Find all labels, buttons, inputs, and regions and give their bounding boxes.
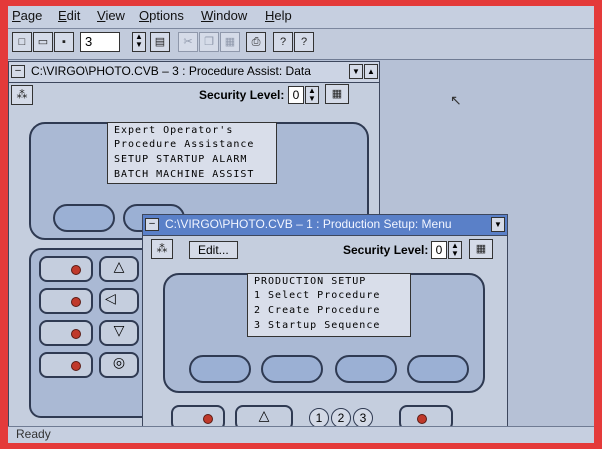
security-level-label: Security Level: — [199, 88, 285, 102]
security-level-field[interactable]: 0 — [431, 241, 447, 259]
menu-line: PRODUCTION SETUP — [254, 276, 367, 287]
page-spinner[interactable]: ▲ ▼ — [132, 32, 146, 52]
control-button[interactable] — [39, 352, 93, 378]
status-bar: Ready — [8, 426, 594, 443]
paste-icon[interactable]: ▦ — [220, 32, 240, 52]
desktop: Page Edit View Options Window Help □ ▭ ▪… — [8, 6, 594, 443]
control-button[interactable] — [39, 256, 93, 282]
led-indicator — [417, 414, 427, 424]
menu-line: 1 Select Procedure — [254, 290, 381, 301]
toolbar: □ ▭ ▪ 3 ▲ ▼ ▤ ✂ ❐ ▦ ⎙ ? ? — [8, 29, 594, 60]
menu-line: BATCH MACHINE ASSIST — [114, 169, 255, 180]
print-icon[interactable]: ⎙ — [246, 32, 266, 52]
control-button[interactable] — [39, 320, 93, 346]
mouse-pointer-icon: ↖ — [450, 92, 462, 108]
keypad-key-1[interactable]: 1 — [309, 408, 329, 427]
security-level-label: Security Level: — [343, 243, 429, 257]
menu-line: 2 Create Procedure — [254, 305, 381, 316]
control-button[interactable] — [399, 405, 453, 427]
production-menu-display: PRODUCTION SETUP 1 Select Procedure 2 Cr… — [247, 273, 411, 337]
menu-line: 3 Startup Sequence — [254, 320, 381, 331]
control-button[interactable] — [39, 288, 93, 314]
menu-options[interactable]: Options — [139, 8, 184, 23]
maximize-icon[interactable]: ▲ — [364, 64, 378, 79]
network-icon[interactable]: ⁂ — [11, 85, 33, 105]
system-menu-icon[interactable]: – — [145, 218, 159, 231]
soft-key[interactable] — [407, 355, 469, 383]
control-button[interactable] — [171, 405, 225, 427]
menu-window[interactable]: Window — [201, 8, 247, 23]
context-help-icon[interactable]: ? — [294, 32, 314, 52]
window-title: C:\VIRGO\PHOTO.CVB – 3 : Procedure Assis… — [31, 64, 311, 78]
soft-key[interactable] — [261, 355, 323, 383]
page-number-field[interactable]: 3 — [80, 32, 120, 52]
network-icon[interactable]: ⁂ — [151, 239, 173, 259]
setup-panel: PRODUCTION SETUP 1 Select Procedure 2 Cr… — [163, 273, 485, 393]
window-title: C:\VIRGO\PHOTO.CVB – 1 : Production Setu… — [165, 217, 452, 231]
edit-button[interactable]: Edit... — [189, 241, 238, 259]
system-menu-icon[interactable]: – — [11, 65, 25, 78]
soft-key[interactable] — [335, 355, 397, 383]
keypad-key-3[interactable]: 3 — [353, 408, 373, 427]
keypad-icon[interactable]: ▦ — [325, 84, 349, 104]
minimize-icon[interactable]: ▼ — [491, 217, 505, 232]
window-icon[interactable]: ▤ — [150, 32, 170, 52]
down-arrow-icon[interactable]: ▽ — [99, 320, 139, 346]
keypad-key-2[interactable]: 2 — [331, 408, 351, 427]
procedure-menu-display: Expert Operator's Procedure Assistance S… — [107, 122, 277, 184]
security-level-field[interactable]: 0 — [288, 86, 304, 104]
menu-bar: Page Edit View Options Window Help — [8, 6, 594, 29]
new-file-icon[interactable]: □ — [12, 32, 32, 52]
production-setup-window: – C:\VIRGO\PHOTO.CVB – 1 : Production Se… — [142, 214, 508, 428]
security-spinner[interactable]: ▲ ▼ — [305, 86, 319, 104]
copy-icon[interactable]: ❐ — [199, 32, 219, 52]
menu-line: Procedure Assistance — [114, 139, 255, 150]
enter-icon[interactable]: ◎ — [99, 352, 139, 378]
menu-line: Expert Operator's — [114, 125, 234, 136]
title-bar: – C:\VIRGO\PHOTO.CVB – 1 : Production Se… — [143, 215, 507, 236]
security-spinner[interactable]: ▲ ▼ — [448, 241, 462, 259]
menu-line: SETUP STARTUP ALARM — [114, 154, 248, 165]
up-arrow-icon[interactable]: △ — [235, 405, 293, 427]
led-indicator — [71, 329, 81, 339]
soft-key[interactable] — [189, 355, 251, 383]
led-indicator — [71, 265, 81, 275]
led-indicator — [71, 361, 81, 371]
menu-view[interactable]: View — [97, 8, 125, 23]
help-icon[interactable]: ? — [273, 32, 293, 52]
up-arrow-icon[interactable]: △ — [99, 256, 139, 282]
minimize-icon[interactable]: ▼ — [349, 64, 363, 79]
save-icon[interactable]: ▪ — [54, 32, 74, 52]
menu-help[interactable]: Help — [265, 8, 292, 23]
soft-key[interactable] — [53, 204, 115, 232]
open-file-icon[interactable]: ▭ — [33, 32, 53, 52]
left-arrow-icon[interactable]: ◁ — [99, 288, 139, 314]
menu-page[interactable]: Page — [12, 8, 42, 23]
keypad-icon[interactable]: ▦ — [469, 239, 493, 259]
menu-edit[interactable]: Edit — [58, 8, 80, 23]
cut-icon[interactable]: ✂ — [178, 32, 198, 52]
title-bar: – C:\VIRGO\PHOTO.CVB – 3 : Procedure Ass… — [9, 62, 379, 83]
led-indicator — [71, 297, 81, 307]
led-indicator — [203, 414, 213, 424]
